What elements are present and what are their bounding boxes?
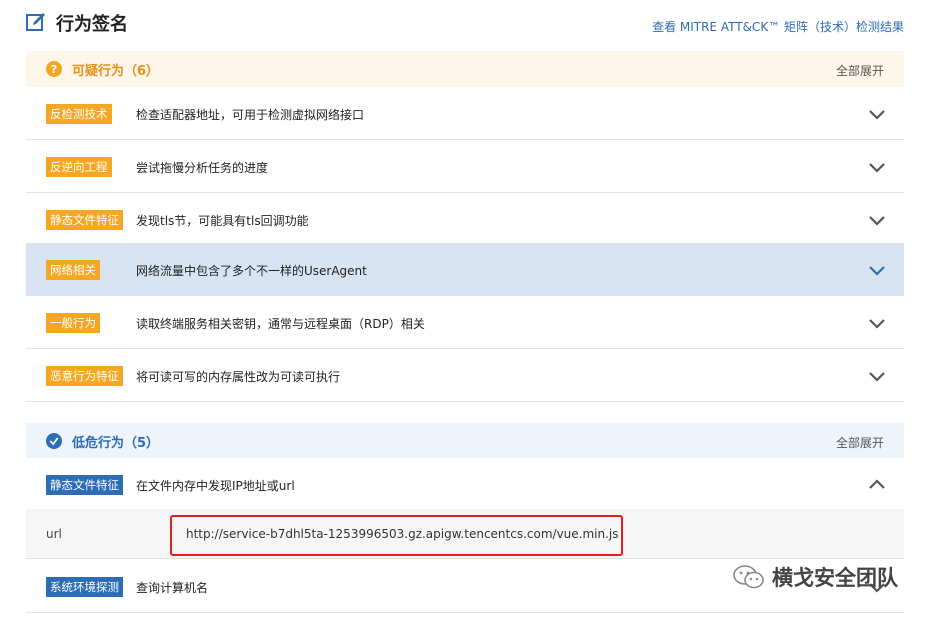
behavior-description: 尝试拖慢分析任务的进度: [136, 161, 269, 175]
behavior-description: 在文件内存中发现IP地址或url: [136, 479, 295, 493]
behavior-row[interactable]: 一般行为 读取终端服务相关密钥，通常与远程桌面（RDP）相关: [26, 296, 904, 349]
behavior-description: 查询计算机名: [136, 581, 209, 595]
behavior-row[interactable]: 静态文件特征 发现tls节，可能具有tls回调功能: [26, 193, 904, 246]
behavior-description: 检查适配器地址，可用于检测虚拟网络接口: [136, 108, 365, 122]
behavior-row[interactable]: 反检测技术 检查适配器地址，可用于检测虚拟网络接口: [26, 87, 904, 140]
chevron-down-icon[interactable]: [868, 261, 886, 279]
behavior-description: 将可读可写的内存属性改为可读可执行: [136, 370, 341, 384]
watermark: 横戈安全团队: [732, 562, 898, 592]
behavior-row-expanded[interactable]: 静态文件特征 在文件内存中发现IP地址或url: [26, 458, 904, 509]
section-header-suspicious: ? 可疑行为（6） 全部展开: [26, 51, 904, 87]
detail-key: url: [46, 527, 62, 541]
chevron-up-icon[interactable]: [868, 476, 886, 494]
behavior-description: 读取终端服务相关密钥，通常与远程桌面（RDP）相关: [136, 317, 425, 331]
category-tag: 反检测技术: [46, 104, 112, 124]
category-tag: 恶意行为特征: [46, 366, 123, 386]
chevron-down-icon[interactable]: [868, 314, 886, 332]
watermark-text: 横戈安全团队: [772, 566, 898, 590]
category-tag: 系统环境探测: [46, 577, 123, 597]
chevron-down-icon[interactable]: [868, 105, 886, 123]
category-tag: 一般行为: [46, 313, 100, 333]
highlight-annotation-box: [170, 515, 623, 556]
edit-icon: [26, 13, 45, 31]
behavior-row[interactable]: 反逆向工程 尝试拖慢分析任务的进度: [26, 140, 904, 193]
chevron-down-icon[interactable]: [868, 158, 886, 176]
question-icon: ?: [46, 61, 62, 77]
behavior-description: 网络流量中包含了多个不一样的UserAgent: [136, 264, 367, 278]
section-header-low: 低危行为（5） 全部展开: [26, 423, 904, 459]
mitre-attack-link[interactable]: 查看 MITRE ATT&CK™ 矩阵（技术）检测结果: [652, 18, 904, 35]
behavior-row-hovered[interactable]: 网络相关 网络流量中包含了多个不一样的UserAgent: [26, 243, 904, 296]
chevron-down-icon[interactable]: [868, 367, 886, 385]
expand-all-button-suspicious[interactable]: 全部展开: [836, 62, 884, 79]
behavior-description: 发现tls节，可能具有tls回调功能: [136, 214, 309, 228]
category-tag: 静态文件特征: [46, 210, 123, 230]
category-tag: 网络相关: [46, 260, 100, 280]
expand-all-button-low[interactable]: 全部展开: [836, 434, 884, 451]
category-tag: 反逆向工程: [46, 157, 112, 177]
page-header: 行为签名 查看 MITRE ATT&CK™ 矩阵（技术）检测结果: [26, 8, 904, 38]
chevron-down-icon[interactable]: [868, 211, 886, 229]
section-title-suspicious: 可疑行为（6）: [72, 64, 160, 79]
category-tag: 静态文件特征: [46, 475, 123, 495]
section-title-low: 低危行为（5）: [72, 436, 160, 451]
wechat-icon: [733, 565, 764, 589]
behavior-row[interactable]: 恶意行为特征 将可读可写的内存属性改为可读可执行: [26, 349, 904, 402]
page-title: 行为签名: [56, 14, 128, 35]
check-circle-icon: [46, 433, 62, 449]
